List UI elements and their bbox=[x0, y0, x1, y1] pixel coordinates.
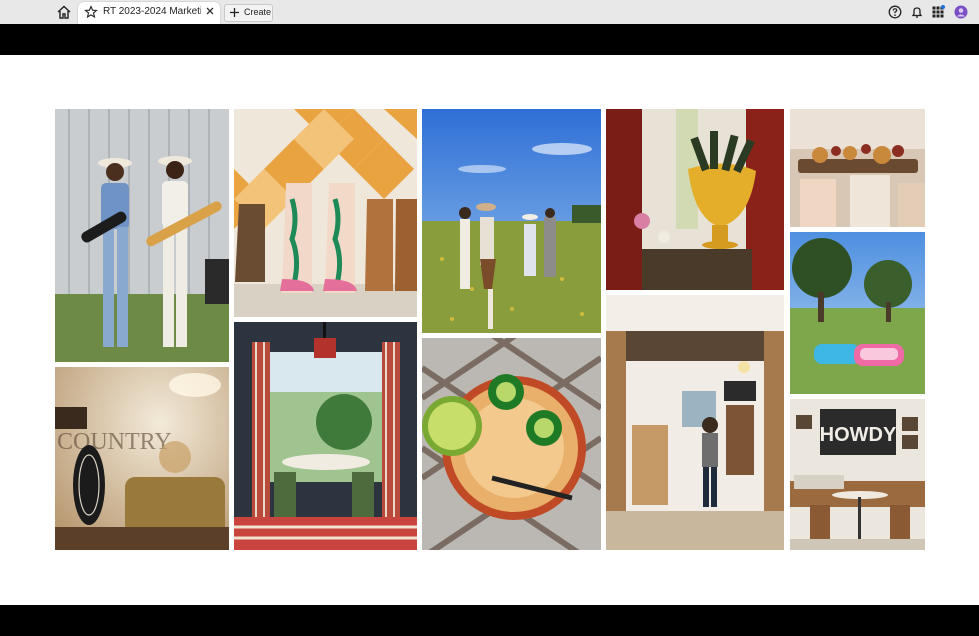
photo-porch-dining[interactable] bbox=[234, 322, 417, 550]
photo-jalapeno-margarita[interactable] bbox=[422, 338, 601, 550]
avatar[interactable] bbox=[954, 5, 968, 19]
home-icon[interactable] bbox=[56, 4, 72, 20]
help-icon[interactable] bbox=[888, 5, 902, 19]
photo-charcuterie[interactable] bbox=[790, 109, 925, 227]
photo-field-walk[interactable] bbox=[422, 109, 601, 333]
browser-tabbar: RT 2023-2024 Marketi... Create bbox=[0, 0, 979, 24]
photo-keychain[interactable]: COUNTRY bbox=[55, 367, 229, 550]
svg-text:COUNTRY: COUNTRY bbox=[57, 429, 172, 455]
plus-icon bbox=[230, 8, 239, 17]
moodboard-canvas: COUNTRY HOWDY bbox=[0, 55, 979, 605]
create-label: Create bbox=[244, 7, 272, 17]
photo-cowboy-boots[interactable] bbox=[234, 109, 417, 317]
create-button[interactable]: Create bbox=[224, 4, 273, 22]
photo-pools-lawn[interactable] bbox=[790, 232, 925, 394]
photo-champagne-bowl[interactable] bbox=[606, 109, 784, 290]
apps-icon[interactable] bbox=[931, 5, 945, 19]
close-icon[interactable] bbox=[205, 6, 215, 16]
svg-text:HOWDY: HOWDY bbox=[820, 424, 897, 446]
photo-howdy-room[interactable]: HOWDY bbox=[790, 399, 925, 550]
photo-barn-entry[interactable] bbox=[606, 295, 784, 550]
active-tab[interactable]: RT 2023-2024 Marketi... bbox=[78, 2, 220, 24]
bell-icon[interactable] bbox=[910, 5, 924, 19]
star-icon[interactable] bbox=[84, 5, 98, 19]
tab-title: RT 2023-2024 Marketi... bbox=[103, 6, 201, 17]
photo-musicians[interactable] bbox=[55, 109, 229, 362]
top-black-band bbox=[0, 24, 979, 55]
bottom-black-band bbox=[0, 605, 979, 636]
